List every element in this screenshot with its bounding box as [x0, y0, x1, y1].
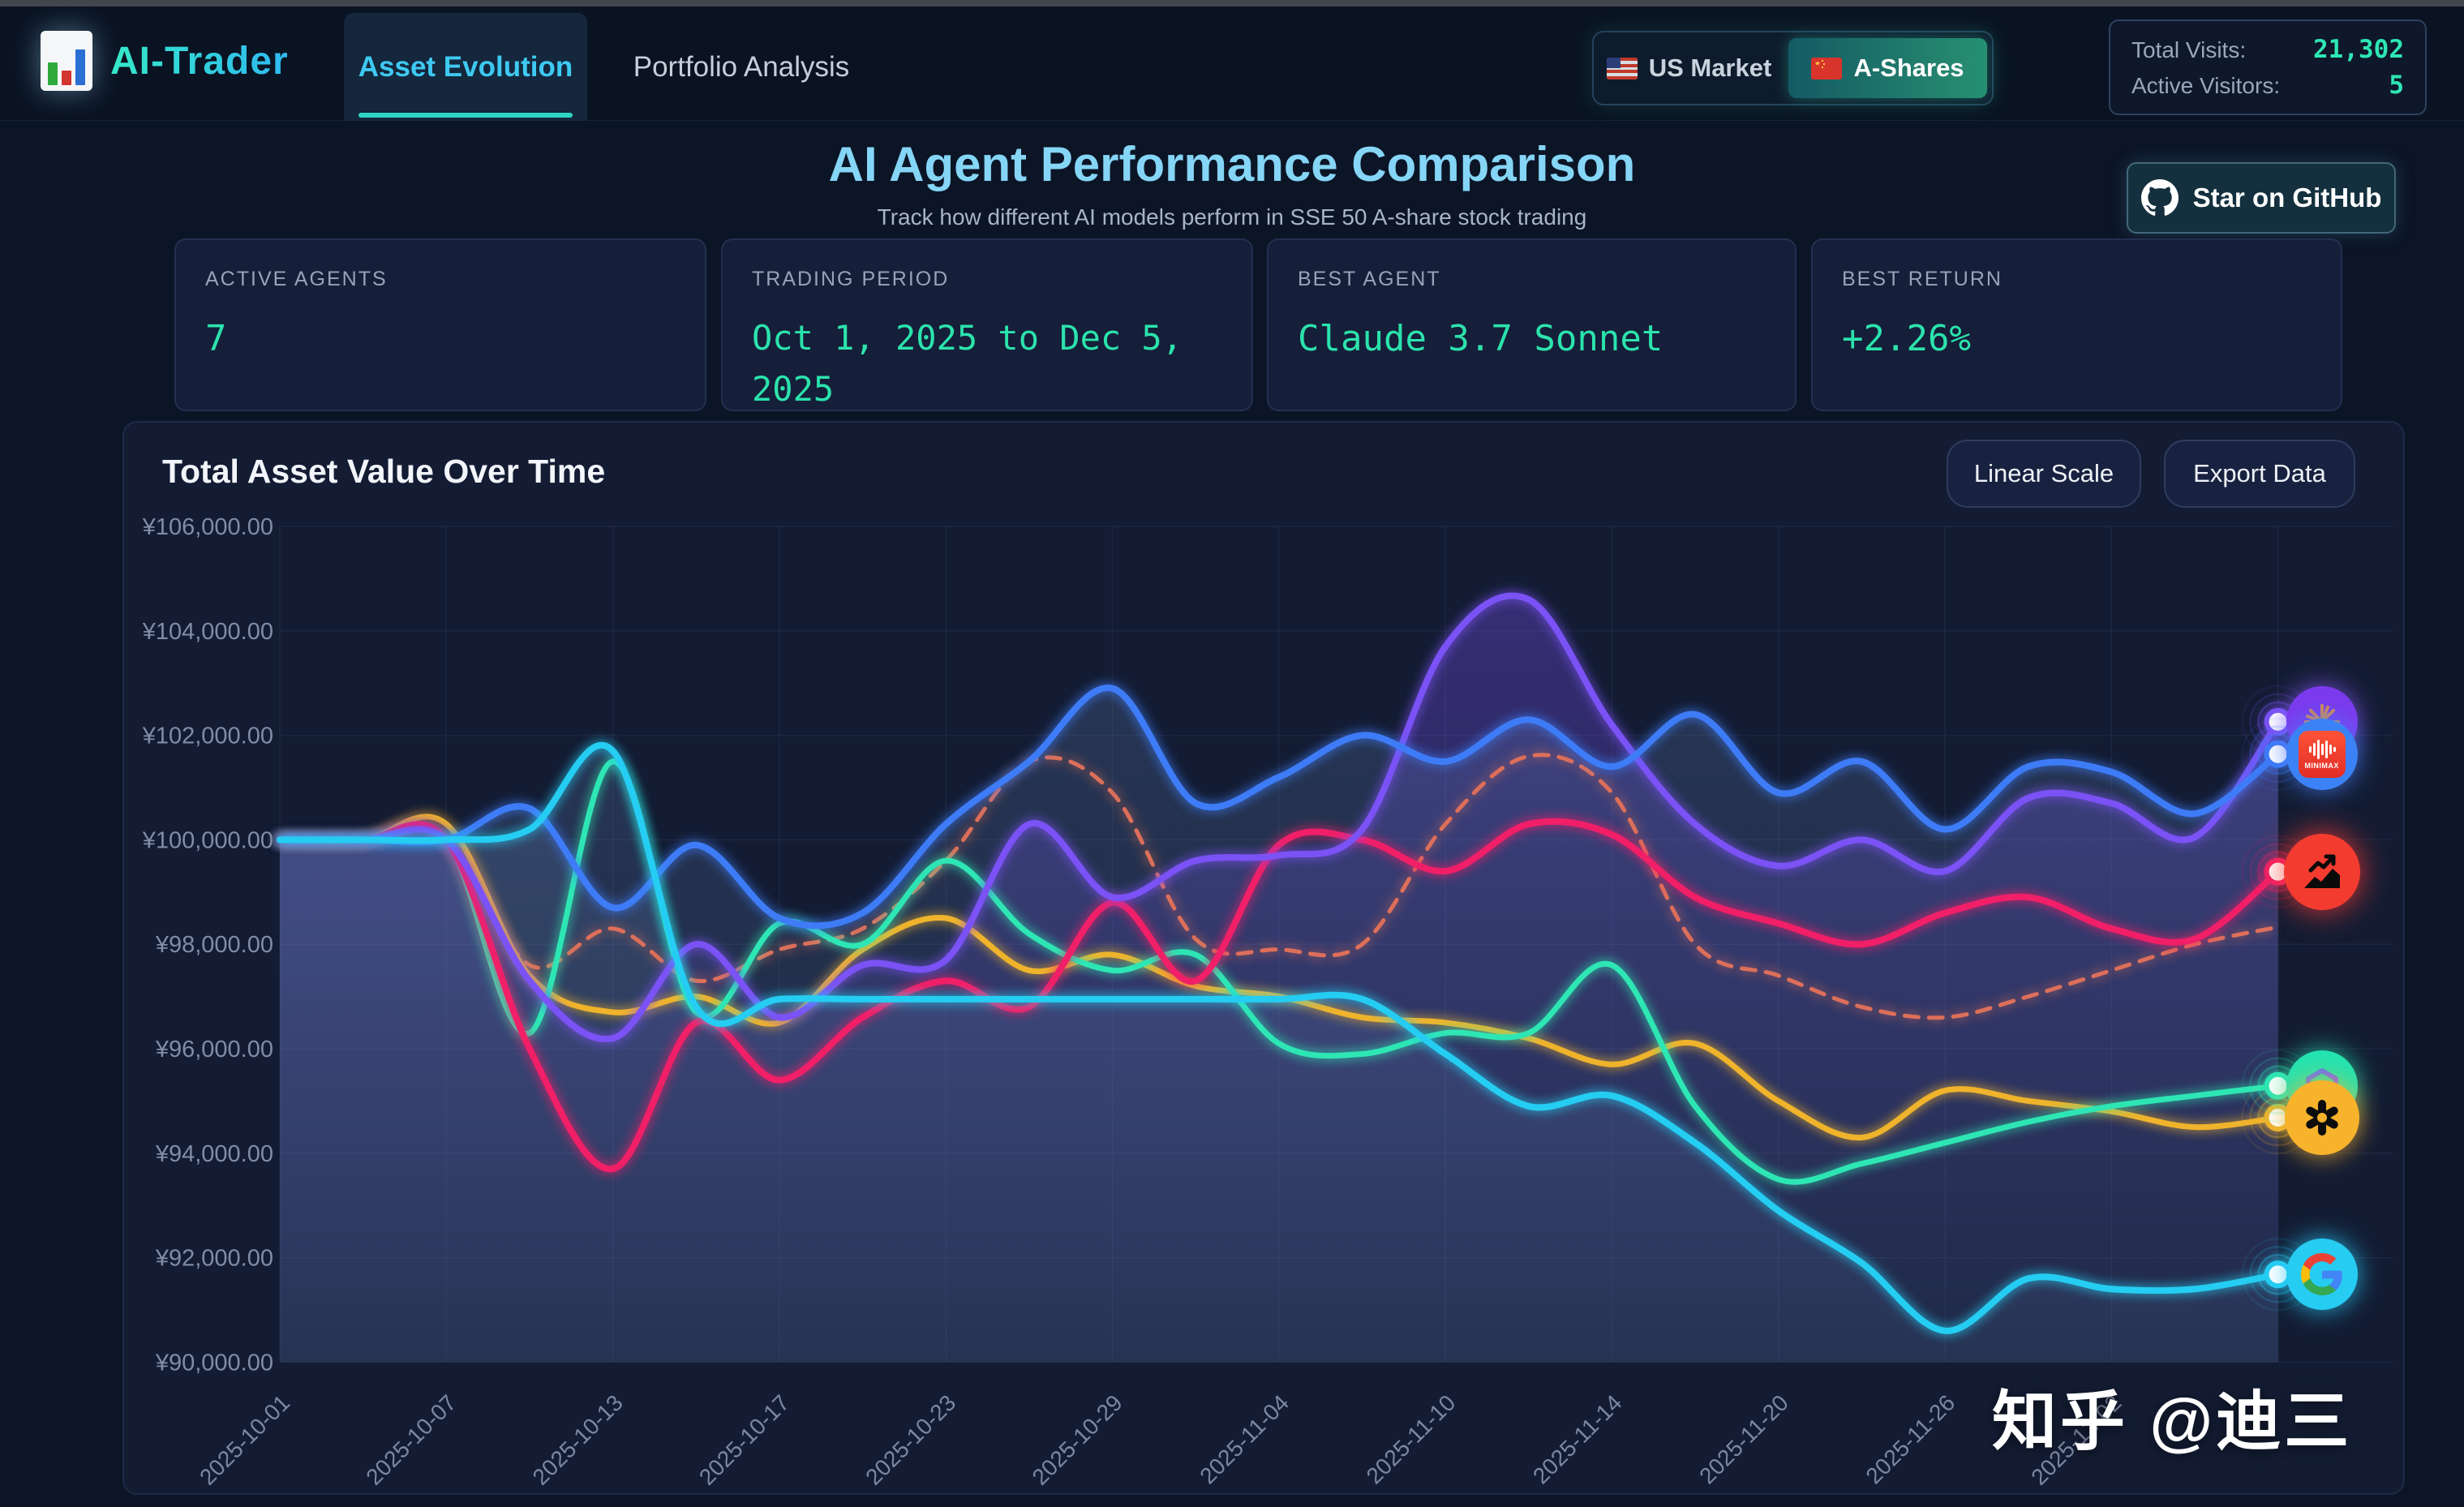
sse50-index-badge[interactable] — [2284, 834, 2360, 910]
openai-agent-badge[interactable] — [2285, 1080, 2359, 1155]
tab-portfolio-analysis[interactable]: Portfolio Analysis — [603, 13, 879, 121]
browser-chrome-strip — [0, 0, 2464, 6]
x-axis-label: 2025-11-04 — [1195, 1390, 1294, 1489]
y-axis-label: ¥96,000.00 — [155, 1037, 273, 1063]
y-axis-label: ¥102,000.00 — [142, 723, 273, 749]
page-title: AI Agent Performance Comparison — [0, 136, 2464, 192]
github-icon — [2141, 179, 2179, 217]
total-visits-label: Total Visits: — [2131, 37, 2246, 63]
y-axis-label: ¥98,000.00 — [155, 932, 273, 958]
x-axis-label: 2025-10-23 — [861, 1390, 960, 1490]
cn-flag-icon — [1811, 58, 1842, 79]
stat-label: BEST RETURN — [1842, 268, 2312, 291]
star-on-github-button[interactable]: Star on GitHub — [2127, 162, 2396, 234]
page-subtitle: Track how different AI models perform in… — [0, 204, 2464, 230]
stat-card-active-agents: ACTIVE AGENTS 7 — [174, 238, 706, 411]
stat-value: 7 — [205, 312, 676, 366]
y-axis-label: ¥90,000.00 — [155, 1350, 273, 1376]
star-on-github-label: Star on GitHub — [2193, 182, 2382, 213]
active-visitors-value: 5 — [2389, 71, 2404, 100]
stat-card-best-agent: BEST AGENT Claude 3.7 Sonnet — [1267, 238, 1796, 411]
stat-value: Claude 3.7 Sonnet — [1298, 312, 1766, 366]
active-visitors-label: Active Visitors: — [2131, 73, 2280, 99]
x-axis-label: 2025-10-07 — [361, 1390, 461, 1490]
y-axis-label: ¥106,000.00 — [142, 514, 273, 540]
tab-asset-evolution-label: Asset Evolution — [358, 51, 573, 84]
google-agent-badge[interactable] — [2286, 1239, 2358, 1310]
y-axis-label: ¥94,000.00 — [155, 1141, 273, 1167]
minimax-agent-badge[interactable]: MINIMAX — [2286, 719, 2358, 790]
x-axis-label: 2025-10-13 — [528, 1390, 628, 1490]
zhihu-watermark: 知乎 @迪三 — [1992, 1369, 2352, 1463]
market-toggle: US Market A-Shares — [1592, 31, 1994, 105]
tab-portfolio-analysis-label: Portfolio Analysis — [633, 51, 850, 84]
stat-label: TRADING PERIOD — [752, 268, 1222, 291]
x-axis-label: 2025-10-17 — [694, 1390, 794, 1490]
asset-value-line-chart[interactable]: ¥90,000.00 ¥92,000.00 ¥94,000.00 ¥96,000.00… — [122, 421, 2405, 1495]
x-axis-label: 2025-10-29 — [1028, 1390, 1127, 1490]
stat-card-best-return: BEST RETURN +2.26% — [1811, 238, 2342, 411]
openai-logo-icon — [2300, 1096, 2344, 1140]
us-market-label: US Market — [1649, 54, 1772, 83]
active-tab-underline — [358, 113, 573, 118]
stat-value: +2.26% — [1842, 312, 2312, 366]
app-title: AI-Trader — [110, 39, 289, 84]
stat-card-trading-period: TRADING PERIOD Oct 1, 2025 to Dec 5, 202… — [721, 238, 1253, 411]
x-axis-label: 2025-11-10 — [1362, 1390, 1461, 1489]
stat-label: BEST AGENT — [1298, 268, 1766, 291]
app-logo-icon — [41, 31, 92, 91]
y-axis-label: ¥100,000.00 — [142, 827, 273, 853]
us-flag-icon — [1607, 58, 1638, 79]
a-shares-toggle[interactable]: A-Shares — [1788, 38, 1987, 98]
us-market-toggle[interactable]: US Market — [1594, 32, 1784, 104]
minimax-logo-icon: MINIMAX — [2299, 731, 2346, 778]
tab-asset-evolution[interactable]: Asset Evolution — [344, 13, 587, 121]
x-axis-label: 2025-11-20 — [1694, 1390, 1793, 1489]
a-shares-label: A-Shares — [1853, 54, 1964, 83]
google-g-icon — [2301, 1253, 2343, 1295]
visitor-stats-box: Total Visits: 21,302 Active Visitors: 5 — [2109, 19, 2427, 115]
y-axis-label: ¥92,000.00 — [155, 1246, 273, 1272]
total-visits-value: 21,302 — [2313, 35, 2404, 64]
x-axis-label: 2025-11-26 — [1861, 1390, 1960, 1489]
x-axis-label: 2025-11-14 — [1528, 1390, 1627, 1489]
stat-label: ACTIVE AGENTS — [205, 268, 676, 291]
stat-value: Oct 1, 2025 to Dec 5, 2025 — [752, 312, 1230, 414]
trending-chart-icon — [2300, 850, 2344, 894]
y-axis-label: ¥104,000.00 — [142, 619, 273, 645]
top-nav: AI-Trader Asset Evolution Portfolio Anal… — [0, 6, 2464, 121]
x-axis-label: 2025-10-01 — [195, 1390, 294, 1490]
